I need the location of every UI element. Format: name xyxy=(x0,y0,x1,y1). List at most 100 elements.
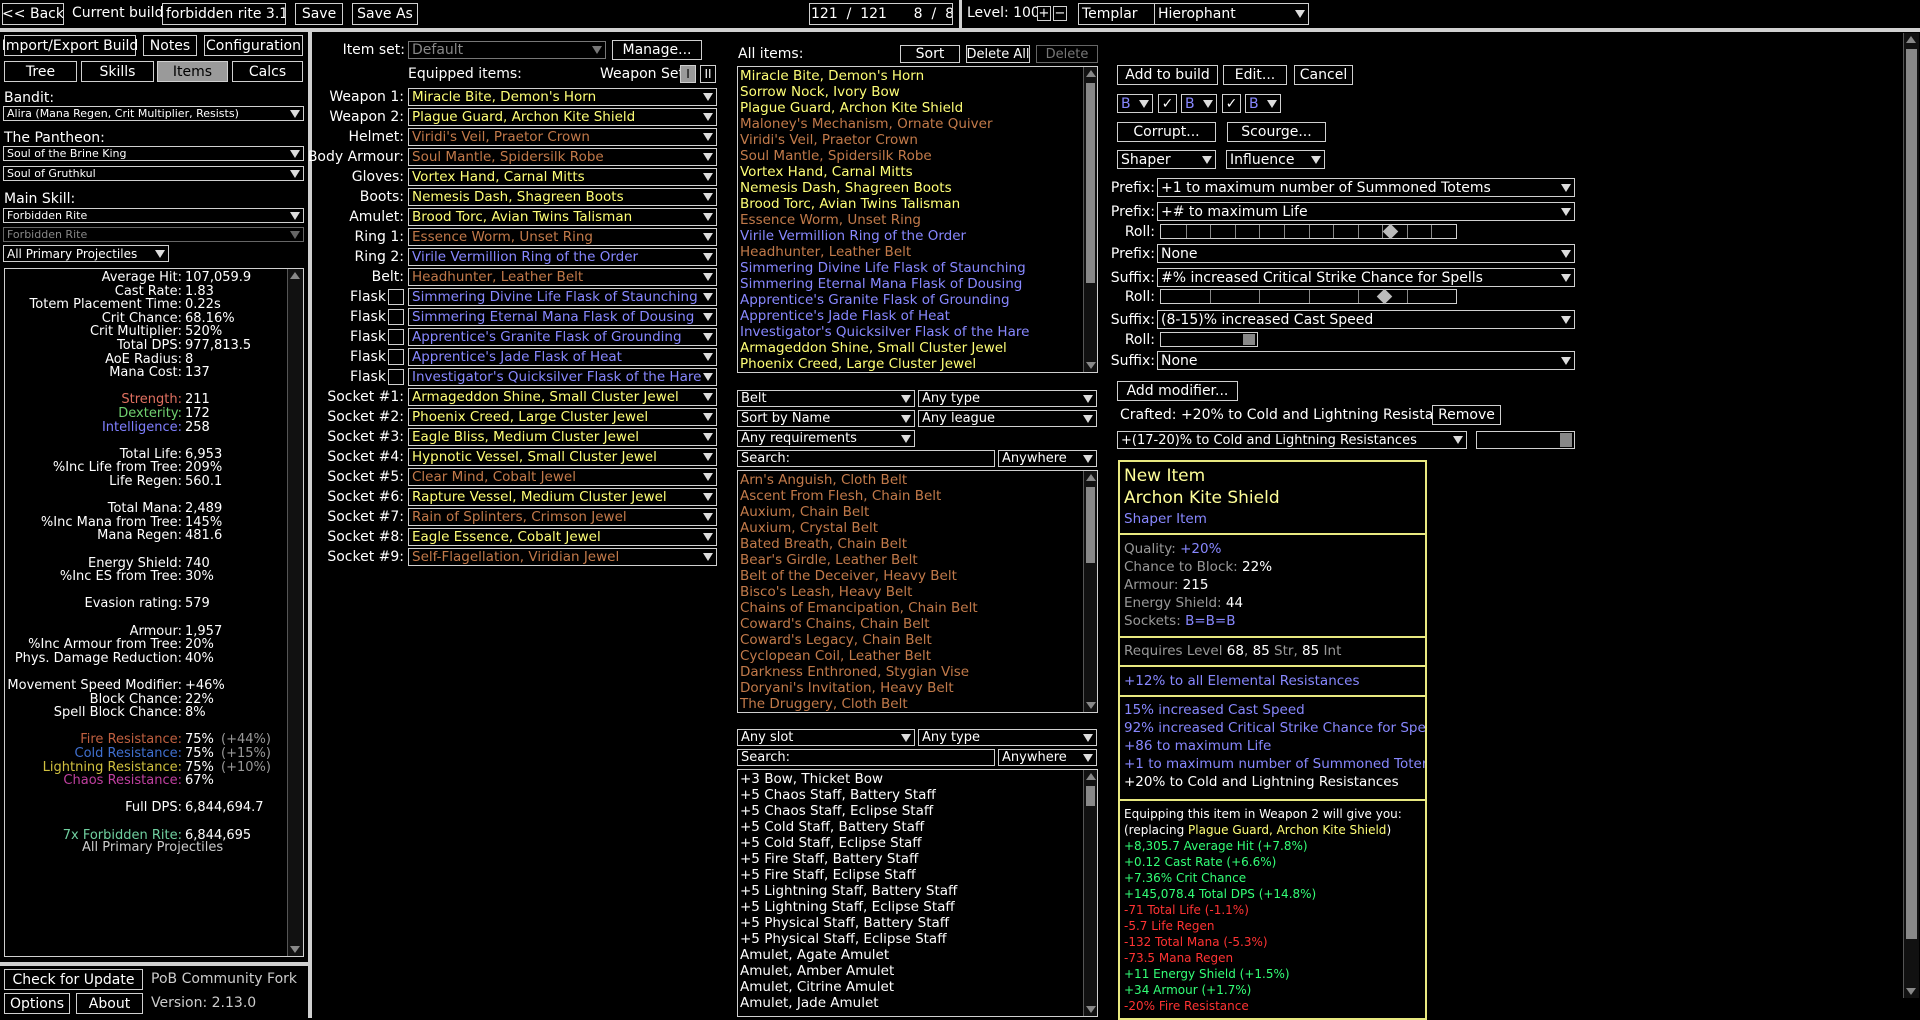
weapon-set-1-button[interactable]: I xyxy=(680,65,696,83)
list-item[interactable]: Amulet, Citrine Amulet xyxy=(740,979,894,995)
list-item[interactable]: Simmering Divine Life Flask of Staunchin… xyxy=(740,260,1026,276)
all-items-scrollbar[interactable] xyxy=(1083,67,1097,372)
list-item[interactable]: Doryani's Invitation, Heavy Belt xyxy=(740,680,954,696)
list-item[interactable]: Essence Worm, Unset Ring xyxy=(740,212,921,228)
list-item[interactable]: Nemesis Dash, Shagreen Boots xyxy=(740,180,952,196)
slot-select[interactable]: Brood Torc, Avian Twins Talisman xyxy=(408,208,717,226)
list-item[interactable]: Auxium, Crystal Belt xyxy=(740,520,878,536)
flask-active-checkbox[interactable] xyxy=(388,289,404,305)
list-item[interactable]: +5 Cold Staff, Eclipse Staff xyxy=(740,835,922,851)
list-item[interactable]: Sorrow Nock, Ivory Bow xyxy=(740,84,900,100)
list-item[interactable]: Coward's Chains, Chain Belt xyxy=(740,616,930,632)
slot-select[interactable]: Eagle Essence, Cobalt Jewel xyxy=(408,528,717,546)
flask-active-checkbox[interactable] xyxy=(388,309,404,325)
scroll-up-icon[interactable] xyxy=(1086,70,1096,77)
list-item[interactable]: Amulet, Jade Amulet xyxy=(740,995,879,1011)
notes-button[interactable]: Notes xyxy=(143,35,197,56)
add-to-build-button[interactable]: Add to build xyxy=(1117,65,1218,85)
list-item[interactable]: Ascent From Flesh, Chain Belt xyxy=(740,488,941,504)
db1-slot-select[interactable]: Belt xyxy=(737,390,915,407)
list-item[interactable]: Darkness Enthroned, Stygian Vise xyxy=(740,664,969,680)
slot-select[interactable]: Apprentice's Granite Flask of Grounding xyxy=(408,328,717,346)
check-update-button[interactable]: Check for Update xyxy=(4,969,143,990)
list-item[interactable]: +5 Physical Staff, Eclipse Staff xyxy=(740,931,947,947)
list-item[interactable]: Maloney's Mechanism, Ornate Quiver xyxy=(740,116,993,132)
list-item[interactable]: The Druggery, Cloth Belt xyxy=(740,696,908,712)
scourge-button[interactable]: Scourge... xyxy=(1227,122,1326,142)
list-item[interactable]: Simmering Eternal Mana Flask of Dousing xyxy=(740,276,1022,292)
db1-requirements-select[interactable]: Any requirements xyxy=(737,430,915,447)
influence-2-select[interactable]: Influence xyxy=(1226,150,1325,169)
edit-button[interactable]: Edit... xyxy=(1223,65,1287,85)
slider-handle[interactable] xyxy=(1382,223,1399,240)
list-item[interactable]: Plague Guard, Archon Kite Shield xyxy=(740,100,963,116)
tab-items[interactable]: Items xyxy=(157,61,228,82)
list-item[interactable]: Viridi's Veil, Praetor Crown xyxy=(740,132,918,148)
configuration-button[interactable]: Configuration xyxy=(204,35,303,56)
db1-search-input[interactable]: Search: xyxy=(737,450,995,467)
scroll-thumb[interactable] xyxy=(1086,487,1095,563)
scroll-down-icon[interactable] xyxy=(1086,362,1096,369)
slot-select[interactable]: Viridi's Veil, Praetor Crown xyxy=(408,128,717,146)
scroll-down-icon[interactable] xyxy=(290,946,300,953)
db2-slot-select[interactable]: Any slot xyxy=(737,729,915,746)
slider-handle[interactable] xyxy=(1560,433,1572,447)
list-item[interactable]: Investigator's Quicksilver Flask of the … xyxy=(740,324,1029,340)
build-name-input[interactable]: forbidden rite 3.15 xyxy=(162,3,286,25)
slot-select[interactable]: Eagle Bliss, Medium Cluster Jewel xyxy=(408,428,717,446)
list-item[interactable]: Virile Vermillion Ring of the Order xyxy=(740,228,966,244)
list-item[interactable]: Coward's Legacy, Chain Belt xyxy=(740,632,932,648)
list-item[interactable]: +5 Fire Staff, Eclipse Staff xyxy=(740,867,916,883)
list-item[interactable]: +5 Fire Staff, Battery Staff xyxy=(740,851,918,867)
weapon-set-2-button[interactable]: II xyxy=(700,65,716,83)
list-item[interactable]: +5 Chaos Staff, Battery Staff xyxy=(740,787,936,803)
flask-active-checkbox[interactable] xyxy=(388,369,404,385)
list-item[interactable]: +5 Lightning Staff, Eclipse Staff xyxy=(740,899,955,915)
slot-select[interactable]: Headhunter, Leather Belt xyxy=(408,268,717,286)
suffix-3-select[interactable]: None xyxy=(1157,351,1575,370)
list-item[interactable]: Amulet, Amber Amulet xyxy=(740,963,894,979)
save-as-button[interactable]: Save As xyxy=(352,3,418,25)
skill-part-select[interactable]: All Primary Projectiles xyxy=(3,245,169,262)
list-item[interactable]: Miracle Bite, Demon's Horn xyxy=(740,68,924,84)
suffix-2-select[interactable]: (8-15)% increased Cast Speed xyxy=(1157,310,1575,329)
prefix-2-roll-slider[interactable] xyxy=(1160,223,1457,240)
scroll-down-icon[interactable] xyxy=(1906,988,1916,995)
slot-select[interactable]: Miracle Bite, Demon's Horn xyxy=(408,88,717,106)
list-item[interactable]: Soul Mantle, Spidersilk Robe xyxy=(740,148,932,164)
slot-select[interactable]: Rapture Vessel, Medium Cluster Jewel xyxy=(408,488,717,506)
scroll-down-icon[interactable] xyxy=(1086,1006,1096,1013)
list-item[interactable]: Apprentice's Granite Flask of Grounding xyxy=(740,292,1010,308)
slot-select[interactable]: Plague Guard, Archon Kite Shield xyxy=(408,108,717,126)
delete-all-button[interactable]: Delete All xyxy=(966,45,1030,63)
scroll-up-icon[interactable] xyxy=(1906,36,1916,43)
db1-type-select[interactable]: Any type xyxy=(918,390,1097,407)
socket-link-1-checkbox[interactable]: ✓ xyxy=(1158,94,1177,113)
craft-select[interactable]: +(17-20)% to Cold and Lightning Resistan… xyxy=(1117,431,1467,449)
flask-active-checkbox[interactable] xyxy=(388,349,404,365)
slot-select[interactable]: Soul Mantle, Spidersilk Robe xyxy=(408,148,717,166)
list-item[interactable]: Apprentice's Jade Flask of Heat xyxy=(740,308,950,324)
manage-button[interactable]: Manage... xyxy=(612,40,702,60)
suffix-1-select[interactable]: #% increased Critical Strike Chance for … xyxy=(1157,268,1575,287)
tab-tree[interactable]: Tree xyxy=(4,61,77,82)
slot-select[interactable]: Virile Vermillion Ring of the Order xyxy=(408,248,717,266)
influence-1-select[interactable]: Shaper xyxy=(1117,150,1216,169)
pantheon-minor-select[interactable]: Soul of Gruthkul xyxy=(3,166,304,181)
slot-select[interactable]: Vortex Hand, Carnal Mitts xyxy=(408,168,717,186)
scroll-up-icon[interactable] xyxy=(1086,474,1096,481)
sort-button[interactable]: Sort xyxy=(900,45,960,63)
list-item[interactable]: Armageddon Shine, Small Cluster Jewel xyxy=(740,340,1007,356)
level-plus-button[interactable]: + xyxy=(1037,6,1051,21)
cancel-button[interactable]: Cancel xyxy=(1294,65,1353,85)
list-item[interactable]: Vortex Hand, Carnal Mitts xyxy=(740,164,913,180)
list-item[interactable]: Bear's Girdle, Leather Belt xyxy=(740,552,918,568)
flask-active-checkbox[interactable] xyxy=(388,329,404,345)
add-modifier-button[interactable]: Add modifier... xyxy=(1117,381,1238,401)
list-item[interactable]: Bated Breath, Chain Belt xyxy=(740,536,907,552)
list-item[interactable]: Phoenix Creed, Large Cluster Jewel xyxy=(740,356,976,372)
db2-where-select[interactable]: Anywhere xyxy=(998,749,1097,766)
prefix-3-select[interactable]: None xyxy=(1157,244,1575,263)
scroll-up-icon[interactable] xyxy=(1086,773,1096,780)
list-item[interactable]: Amulet, Agate Amulet xyxy=(740,947,889,963)
